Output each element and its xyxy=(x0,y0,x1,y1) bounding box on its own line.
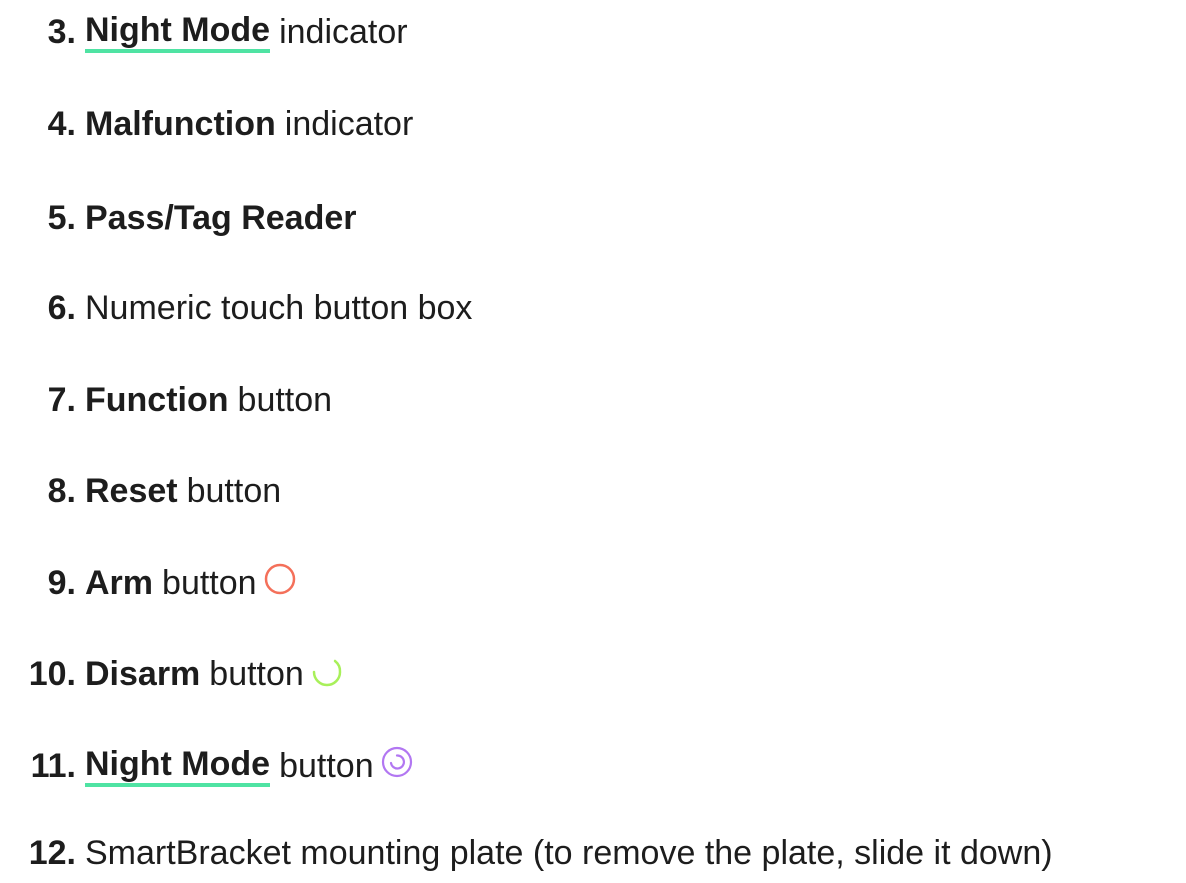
list-item-night-mode-button: 11. Night Mode button xyxy=(0,736,414,796)
item-text: indicator xyxy=(279,13,408,51)
list-item-function-button: 7. Function button xyxy=(0,370,332,430)
list-item-reset-button: 8. Reset button xyxy=(0,461,282,521)
list-item-night-mode-indicator: 3. Night Mode indicator xyxy=(0,2,408,62)
list-item-numeric-touch-box: 6. Numeric touch button box xyxy=(0,278,473,338)
item-strong-text: Malfunction xyxy=(85,105,276,143)
night-mode-spiral-icon xyxy=(380,745,414,779)
item-text: button xyxy=(162,564,257,602)
list-item-arm-button: 9. Arm button xyxy=(0,553,297,613)
list-item-smartbracket-plate: 12. SmartBracket mounting plate (to remo… xyxy=(0,823,1053,883)
item-text: Numeric touch button box xyxy=(85,289,473,327)
list-item-malfunction-indicator: 4. Malfunction indicator xyxy=(0,94,414,154)
item-number: 6. xyxy=(47,289,76,327)
arm-circle-icon xyxy=(263,562,297,596)
item-number: 5. xyxy=(47,199,76,237)
item-number: 11. xyxy=(30,747,76,785)
item-strong-text: Arm xyxy=(85,564,154,602)
item-text: button xyxy=(186,472,282,510)
item-text: button xyxy=(279,747,374,785)
item-number: 12. xyxy=(28,834,76,872)
night-mode-link[interactable]: Night Mode xyxy=(85,745,271,787)
item-text: SmartBracket mounting plate (to remove t… xyxy=(85,834,1053,872)
item-text: indicator xyxy=(284,105,414,143)
item-number: 3. xyxy=(47,13,76,51)
numbered-list: 3. Night Mode indicator 4. Malfunction i… xyxy=(0,0,1186,881)
item-strong-text: Disarm xyxy=(85,655,201,693)
item-number: 4. xyxy=(47,105,76,143)
item-strong-text: Reset xyxy=(85,472,178,510)
item-text: button xyxy=(209,655,304,693)
item-number: 8. xyxy=(47,472,76,510)
item-number: 10. xyxy=(28,655,76,693)
item-strong-text: Function xyxy=(85,381,229,419)
list-item-disarm-button: 10. Disarm button xyxy=(0,644,344,704)
item-number: 7. xyxy=(47,381,76,419)
item-number: 9. xyxy=(47,564,76,602)
list-item-pass-tag-reader: 5. Pass/Tag Reader xyxy=(0,188,357,248)
night-mode-link[interactable]: Night Mode xyxy=(85,11,271,53)
disarm-arc-icon xyxy=(310,653,344,687)
item-text: button xyxy=(237,381,333,419)
item-strong-text: Pass/Tag Reader xyxy=(85,199,357,237)
